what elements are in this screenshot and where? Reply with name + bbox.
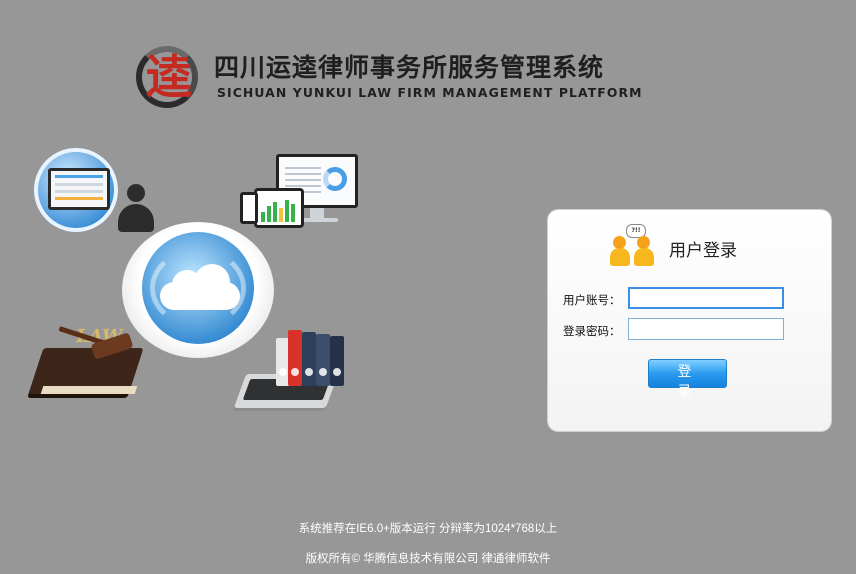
login-panel: ?!! 用户登录 用户账号： 登录密码： 登 录: [548, 210, 831, 431]
logo-emblem: 逵: [128, 40, 206, 112]
copyright-text: 版权所有© 华腾信息技术有限公司 律通律师软件: [305, 553, 551, 565]
browser-recommendation-text: 系统推荐在IE6.0+版本运行 分辩率为1024*768以上: [298, 523, 558, 535]
user-silhouette-icon: [118, 184, 154, 232]
hero-illustration: LAW: [0, 140, 380, 430]
password-input[interactable]: [628, 318, 784, 340]
app-title: 四川运逵律师事务所服务管理系统: [214, 53, 605, 82]
law-book-gavel-icon: LAW: [28, 324, 144, 408]
username-label: 用户账号：: [563, 295, 621, 307]
username-input[interactable]: [628, 287, 784, 309]
laptop-binders-icon: [233, 320, 350, 416]
login-title: 用户登录: [669, 241, 737, 260]
users-icon: ?!!: [610, 224, 658, 266]
login-button[interactable]: 登 录: [648, 359, 727, 399]
logo-header: 逵 四川运逵律师事务所服务管理系统 SICHUAN YUNKUI LAW FIR…: [128, 40, 648, 112]
devices-icon: [240, 154, 360, 234]
cloud-icon: [160, 264, 240, 312]
monitor-icon: [48, 168, 110, 210]
logo-character: 逵: [146, 50, 192, 104]
app-subtitle: SICHUAN YUNKUI LAW FIRM MANAGEMENT PLATF…: [217, 85, 643, 100]
password-label: 登录密码：: [563, 326, 621, 338]
